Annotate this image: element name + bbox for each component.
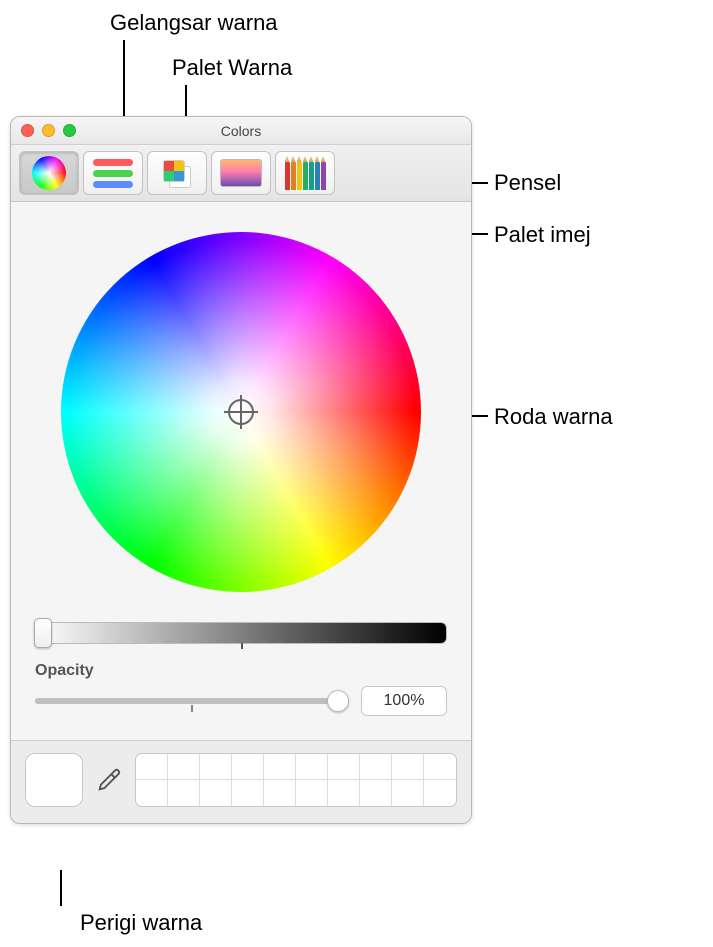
- swatch-slot[interactable]: [168, 780, 200, 806]
- brightness-slider[interactable]: [35, 622, 447, 644]
- callout-color-sliders: Gelangsar warna: [110, 10, 278, 36]
- callout-image-palette: Palet imej: [494, 222, 591, 248]
- swatch-slot[interactable]: [200, 754, 232, 780]
- image-icon: [220, 159, 262, 187]
- swatch-slot[interactable]: [328, 780, 360, 806]
- opacity-row: [31, 682, 451, 730]
- swatch-slot[interactable]: [424, 754, 456, 780]
- color-well[interactable]: [25, 753, 83, 807]
- swatch-slot[interactable]: [296, 780, 328, 806]
- callout-color-palettes: Palet Warna: [172, 55, 292, 81]
- swatch-slot[interactable]: [136, 754, 168, 780]
- wheel-cursor[interactable]: [228, 399, 254, 425]
- palettes-icon: [159, 158, 195, 188]
- color-sliders-tab[interactable]: [83, 151, 143, 195]
- sliders-icon: [93, 159, 133, 188]
- callout-pencils: Pensel: [494, 170, 561, 196]
- swatch-slot[interactable]: [424, 780, 456, 806]
- swatch-slot[interactable]: [200, 780, 232, 806]
- swatch-slot[interactable]: [232, 754, 264, 780]
- colors-window: Colors: [10, 116, 472, 824]
- color-wheel-icon: [32, 156, 66, 190]
- opacity-label: Opacity: [35, 662, 447, 680]
- swatch-slot[interactable]: [168, 754, 200, 780]
- titlebar: Colors: [11, 117, 471, 145]
- eyedropper-icon[interactable]: [95, 766, 123, 794]
- opacity-field[interactable]: [361, 686, 447, 716]
- callout-color-wheel: Roda warna: [494, 404, 613, 430]
- swatch-slot[interactable]: [136, 780, 168, 806]
- brightness-knob[interactable]: [34, 618, 52, 648]
- opacity-knob[interactable]: [327, 690, 349, 712]
- swatch-slot[interactable]: [264, 754, 296, 780]
- swatch-slot[interactable]: [264, 780, 296, 806]
- pencils-tab[interactable]: [275, 151, 335, 195]
- picker-mode-toolbar: [11, 145, 471, 202]
- swatch-slot[interactable]: [232, 780, 264, 806]
- swatch-slot[interactable]: [328, 754, 360, 780]
- color-palettes-tab[interactable]: [147, 151, 207, 195]
- opacity-slider[interactable]: [35, 698, 347, 704]
- color-wheel[interactable]: [61, 232, 421, 592]
- callout-color-well: Perigi warna: [80, 910, 202, 936]
- color-wheel-tab[interactable]: [19, 151, 79, 195]
- swatch-bar: [11, 740, 471, 823]
- swatch-grid: [135, 753, 457, 807]
- swatch-slot[interactable]: [296, 754, 328, 780]
- picker-main: Opacity: [11, 202, 471, 740]
- slider-tick: [191, 705, 193, 712]
- window-title: Colors: [11, 123, 471, 139]
- image-palette-tab[interactable]: [211, 151, 271, 195]
- swatch-slot[interactable]: [392, 754, 424, 780]
- pencils-icon: [285, 156, 326, 190]
- swatch-slot[interactable]: [392, 780, 424, 806]
- wheel-container: [31, 222, 451, 612]
- swatch-slot[interactable]: [360, 754, 392, 780]
- slider-tick: [241, 643, 243, 649]
- callout-line: [60, 870, 62, 906]
- swatch-slot[interactable]: [360, 780, 392, 806]
